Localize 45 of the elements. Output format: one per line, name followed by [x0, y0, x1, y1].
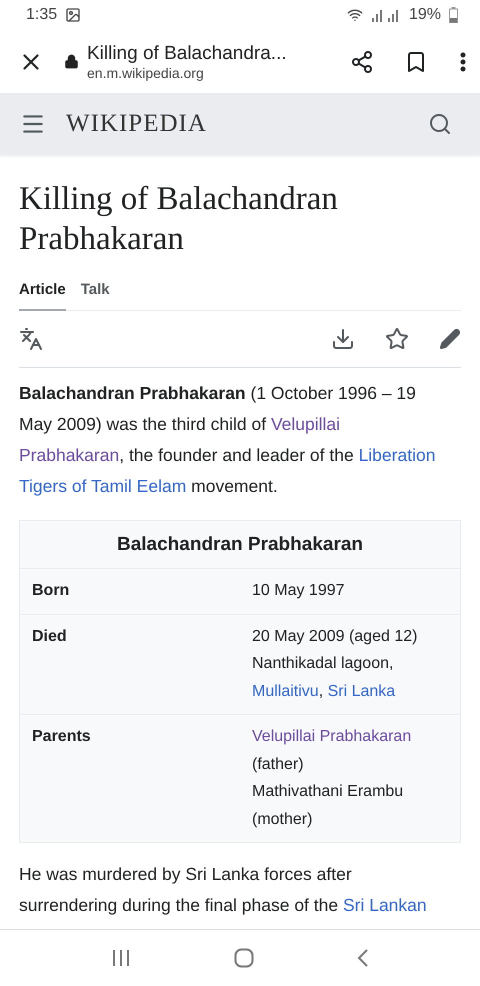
article-link[interactable]: Velupillai — [270, 414, 340, 434]
download-button[interactable] — [331, 327, 355, 351]
infobox-label: Died — [32, 626, 68, 646]
infobox-value: Mullaitivu, Sri Lanka — [252, 682, 396, 702]
home-button[interactable] — [234, 948, 254, 968]
article-link[interactable]: Mullaitivu — [252, 682, 319, 700]
infobox-value: (mother) — [252, 810, 314, 830]
body-paragraph: He was murdered by Sri Lanka forces after surrendering during the final phase of the Sri Lankan — [19, 863, 428, 917]
page-tab[interactable]: Talk — [80, 281, 110, 311]
wifi-icon — [346, 7, 363, 23]
page-title: Killing of Balachandra... — [87, 42, 288, 64]
infobox-label: Parents — [32, 727, 92, 747]
star-button[interactable] — [385, 327, 409, 351]
article-link[interactable]: Prabhakaran — [19, 445, 120, 465]
search-button[interactable] — [428, 112, 452, 136]
article-link[interactable]: Liberation — [358, 445, 436, 465]
article-link[interactable]: Sri Lankan — [342, 895, 427, 915]
article-link[interactable]: Tigers of Tamil Eelam — [19, 476, 186, 496]
infobox-value: Mathivathani Erambu — [252, 782, 404, 802]
infobox-label: Born — [32, 581, 70, 601]
lead-paragraph: Balachandran Prabhakaran (1 October 1996 – 19 May 2009) was the third child of Velupillai Prabhakaran, the founder and leader of the Liberation Tigers of Tamil Eelam movement. — [19, 382, 436, 498]
infobox-value: 20 May 2009 (aged 12) — [252, 626, 418, 646]
article-title: Killing of Balachandran Prabhakaran — [19, 180, 339, 259]
more-button[interactable] — [460, 52, 466, 72]
article-link[interactable]: Velupillai Prabhakaran — [252, 728, 412, 745]
lock-icon — [64, 54, 79, 69]
wikipedia-wordmark[interactable]: WIKIPEDIA — [66, 110, 207, 138]
page-url: en.m.wikipedia.org — [87, 64, 205, 80]
article-link[interactable]: Sri Lanka — [328, 682, 396, 700]
battery-icon — [449, 7, 458, 23]
share-button[interactable] — [350, 50, 374, 74]
status-time: 1:35 — [26, 6, 58, 24]
back-button[interactable] — [356, 948, 369, 968]
infobox-value: (father) — [252, 754, 305, 774]
image-icon — [65, 7, 82, 23]
edit-button[interactable] — [439, 328, 461, 350]
signal-icon — [370, 8, 401, 22]
infobox-title: Balachandran Prabhakaran — [116, 533, 364, 557]
infobox-value: Nanthikadal lagoon, — [252, 654, 394, 674]
infobox-value: 10 May 1997 — [252, 581, 346, 601]
battery-percent: 19% — [408, 6, 441, 24]
language-button[interactable] — [19, 327, 43, 351]
more-icon — [460, 52, 466, 72]
page-tab[interactable]: Article — [19, 281, 66, 311]
recent-apps-button[interactable] — [111, 949, 132, 967]
